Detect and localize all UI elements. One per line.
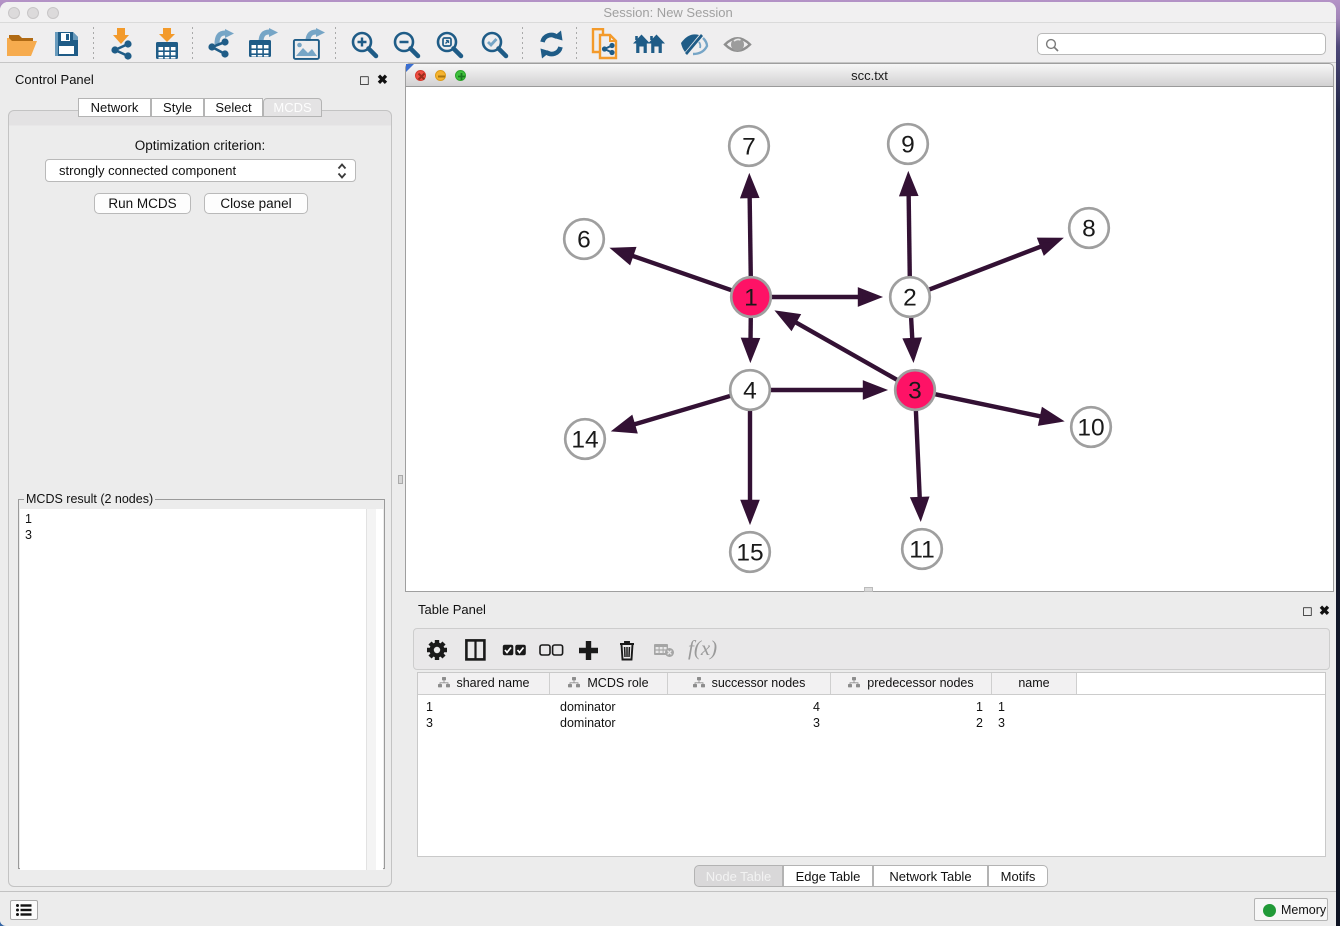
svg-text:6: 6 bbox=[577, 227, 591, 254]
svg-text:14: 14 bbox=[571, 427, 598, 454]
svg-text:7: 7 bbox=[742, 134, 756, 161]
svg-text:8: 8 bbox=[1082, 216, 1096, 243]
svg-text:15: 15 bbox=[736, 540, 763, 567]
svg-text:1: 1 bbox=[744, 285, 758, 312]
svg-text:10: 10 bbox=[1077, 415, 1104, 442]
svg-text:2: 2 bbox=[903, 285, 917, 312]
svg-text:4: 4 bbox=[743, 378, 757, 405]
svg-text:11: 11 bbox=[909, 537, 934, 564]
svg-text:3: 3 bbox=[908, 378, 922, 405]
svg-text:9: 9 bbox=[901, 132, 915, 159]
